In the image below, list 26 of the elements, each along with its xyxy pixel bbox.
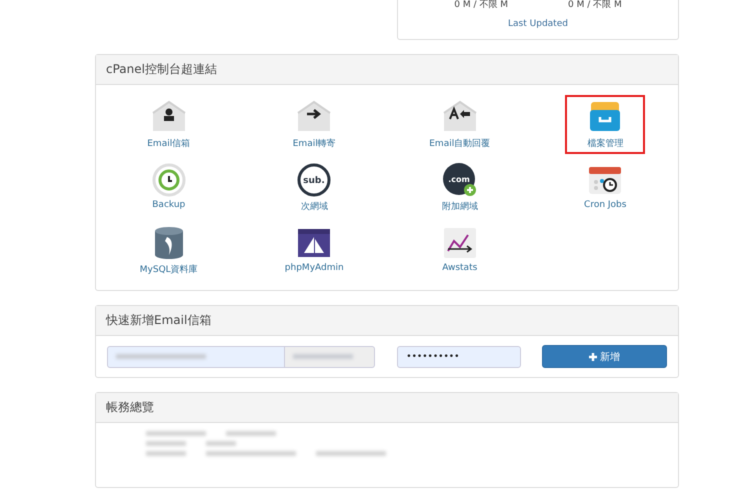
shortcut-link[interactable]: MySQL資料庫 — [134, 221, 204, 280]
shortcut-link[interactable]: .com 附加網域 — [436, 158, 484, 217]
shortcut-link[interactable]: 檔案管理 — [565, 95, 646, 154]
shortcut-link[interactable]: Awstats — [436, 221, 484, 280]
clock-circle-icon — [150, 162, 187, 198]
shortcut-link[interactable]: phpMyAdmin — [278, 221, 350, 280]
shortcut-link[interactable]: sub. 次網域 — [290, 158, 338, 217]
shortcut-link[interactable]: Backup — [144, 158, 193, 217]
usage-value: 0 M / 不限 M — [454, 0, 508, 11]
panel-title: cPanel控制台超連結 — [96, 55, 678, 85]
line-chart-icon — [442, 225, 478, 261]
plus-icon — [589, 352, 598, 360]
com-badge-icon: .com — [442, 162, 478, 198]
sub-badge-icon: sub. — [296, 162, 332, 198]
shortcut-link[interactable]: Email信箱 — [141, 95, 196, 154]
last-updated-link[interactable]: Last Updated — [508, 19, 568, 29]
email-user-field[interactable] — [107, 346, 285, 368]
shortcut-link[interactable]: Email轉寄 — [286, 95, 342, 154]
add-button[interactable]: 新增 — [542, 345, 667, 368]
shortcut-link[interactable]: Cron Jobs — [578, 158, 632, 217]
panel-title: 快速新增Email信箱 — [96, 306, 678, 336]
usage-value: 0 M / 不限 M — [568, 0, 622, 11]
shortcut-link[interactable]: Email自動回覆 — [423, 95, 496, 154]
password-field[interactable]: •••••••••• — [397, 346, 522, 368]
panel-title: 帳務總覽 — [96, 393, 678, 423]
blurred-text — [292, 354, 353, 359]
